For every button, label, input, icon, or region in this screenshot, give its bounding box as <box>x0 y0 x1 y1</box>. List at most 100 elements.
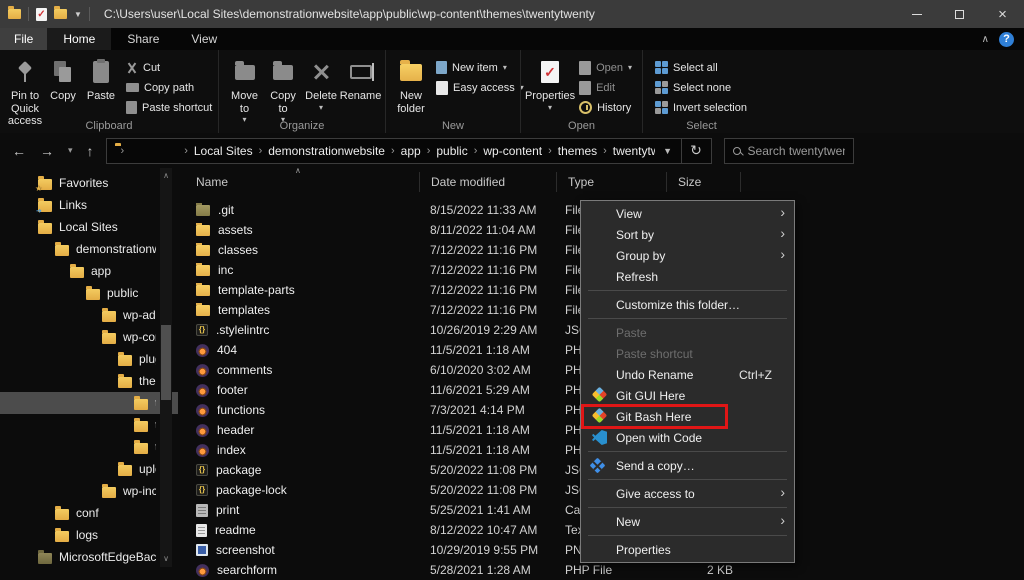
context-menu-item[interactable]: Open with Code <box>581 427 794 448</box>
tree-item[interactable]: twentytwentytwo <box>0 436 156 458</box>
file-row[interactable]: searchform 5/28/2021 1:28 AM PHP File 2 … <box>185 560 1024 580</box>
delete-button[interactable]: Delete▾ <box>302 54 340 115</box>
new-item-button[interactable]: New item▾ <box>436 59 524 76</box>
edit-button[interactable]: Edit <box>579 79 632 96</box>
context-menu-item[interactable]: Properties <box>581 539 794 560</box>
tree-item[interactable]: themes <box>0 370 156 392</box>
help-icon[interactable]: ? <box>999 32 1014 47</box>
column-header-type[interactable]: Type <box>557 172 667 192</box>
folder-icon <box>55 531 69 542</box>
search-box[interactable]: Search twentytwen... <box>724 138 854 164</box>
breadcrumb-separator-icon: › <box>119 145 127 157</box>
tree-item[interactable]: twentytwentyone <box>0 414 156 436</box>
open-button[interactable]: Open▾ <box>579 59 632 76</box>
paste-button[interactable]: Paste <box>82 54 120 106</box>
file-name: index <box>217 443 246 457</box>
column-header-date-modified[interactable]: Date modified <box>420 172 557 192</box>
paste-shortcut-button[interactable]: Paste shortcut <box>126 99 212 116</box>
breadcrumb-separator-icon: › <box>389 145 397 157</box>
back-button[interactable]: ← <box>12 143 26 159</box>
tab-file[interactable]: File <box>0 28 47 50</box>
tree-item[interactable]: twentytwenty <box>0 392 178 414</box>
properties-quick-icon[interactable]: ✓ <box>36 8 47 21</box>
sidebar-scrollbar[interactable]: ∧ ∨ <box>160 168 172 567</box>
copy-button[interactable]: Copy <box>44 54 82 106</box>
qat-dropdown-icon[interactable]: ▼ <box>74 10 82 19</box>
dropdown-caret-icon: ▾ <box>503 63 507 72</box>
properties-label: Properties <box>525 90 575 103</box>
context-menu-item[interactable]: Refresh <box>581 266 794 287</box>
breadcrumb-separator-icon: › <box>182 145 190 157</box>
history-button[interactable]: History <box>579 99 632 116</box>
file-icon <box>196 205 210 216</box>
invert-selection-button[interactable]: Invert selection <box>655 99 747 116</box>
context-menu-item[interactable]: Paste <box>581 322 794 343</box>
tree-item[interactable]: app <box>0 260 156 282</box>
maximize-button[interactable] <box>938 0 981 28</box>
rename-button[interactable]: Rename <box>340 54 381 106</box>
move-to-button[interactable]: Move to▾ <box>225 54 264 127</box>
breadcrumb-item[interactable]: twentytwenty <box>609 144 655 158</box>
context-menu-item[interactable]: New › <box>581 511 794 532</box>
context-menu-item[interactable]: Git GUI Here <box>581 385 794 406</box>
minimize-button[interactable] <box>895 0 938 28</box>
properties-button[interactable]: ✓ Properties▾ <box>527 54 573 115</box>
tree-item[interactable]: wp-content <box>0 326 156 348</box>
new-folder-button[interactable]: New folder <box>392 54 430 118</box>
context-menu-item[interactable]: Paste shortcut <box>581 343 794 364</box>
context-menu-item[interactable]: Undo Rename Ctrl+Z <box>581 364 794 385</box>
tab-view[interactable]: View <box>175 28 233 50</box>
breadcrumb-item[interactable]: Local Sites <box>190 144 257 158</box>
scroll-down-icon[interactable]: ∨ <box>160 553 172 565</box>
recent-locations-icon[interactable]: ▾ <box>68 145 73 156</box>
cut-button[interactable]: Cut <box>126 59 212 76</box>
close-button[interactable]: × <box>981 0 1024 28</box>
context-menu-item[interactable]: Give access to › <box>581 483 794 504</box>
up-button[interactable]: ↑ <box>87 143 94 159</box>
tree-item[interactable]: conf <box>0 502 156 524</box>
select-none-button[interactable]: Select none <box>655 79 747 96</box>
tree-item[interactable]: Links <box>0 194 156 216</box>
tree-item[interactable]: demonstrationwebsite <box>0 238 156 260</box>
column-headers: ∧ Name Date modified Type Size <box>185 168 1024 196</box>
tree-item[interactable]: MicrosoftEdgeBackups <box>0 546 156 567</box>
tree-item[interactable]: Favorites <box>0 172 156 194</box>
copy-to-button[interactable]: Copy to▾ <box>264 54 302 127</box>
context-menu-item[interactable]: Group by › <box>581 245 794 266</box>
tree-item[interactable]: wp-includes <box>0 480 156 502</box>
tree-item[interactable]: uploads <box>0 458 156 480</box>
column-header-size[interactable]: Size <box>667 172 741 192</box>
scroll-up-icon[interactable]: ∧ <box>160 170 172 182</box>
tree-item-label: conf <box>76 506 99 520</box>
new-folder-quick-icon[interactable] <box>54 9 67 19</box>
tree-item[interactable]: plugins <box>0 348 156 370</box>
forward-button[interactable]: → <box>40 143 54 159</box>
copy-path-button[interactable]: Copy path <box>126 79 212 96</box>
tab-share[interactable]: Share <box>111 28 175 50</box>
breadcrumb-item[interactable]: demonstrationwebsite <box>264 144 389 158</box>
tree-item[interactable]: wp-admin <box>0 304 156 326</box>
tree-item[interactable]: Local Sites <box>0 216 156 238</box>
context-menu-item[interactable]: View › <box>581 203 794 224</box>
tree-item-label: twentytwenty <box>155 396 156 410</box>
scrollbar-thumb[interactable] <box>161 325 171 400</box>
easy-access-button[interactable]: Easy access▾ <box>436 79 524 96</box>
context-menu-item[interactable]: Send a copy… <box>581 455 794 476</box>
select-all-button[interactable]: Select all <box>655 59 747 76</box>
breadcrumb-item[interactable]: themes <box>554 144 601 158</box>
context-menu-item[interactable]: Git Bash Here <box>581 406 794 427</box>
tree-item[interactable]: public <box>0 282 156 304</box>
tab-home[interactable]: Home <box>47 28 111 50</box>
column-header-name[interactable]: Name <box>185 172 420 192</box>
breadcrumb-item[interactable]: wp-content <box>479 144 546 158</box>
breadcrumb-item[interactable]: app <box>397 144 425 158</box>
address-dropdown-icon[interactable]: ▼ <box>655 146 681 156</box>
context-menu-item[interactable]: Customize this folder… <box>581 294 794 315</box>
collapse-ribbon-icon[interactable]: ∧ <box>982 34 989 45</box>
breadcrumb-item[interactable]: public <box>432 144 471 158</box>
context-menu-item[interactable]: Sort by › <box>581 224 794 245</box>
pin-icon <box>19 61 31 83</box>
refresh-button[interactable]: ↻ <box>682 138 712 164</box>
tree-item[interactable]: logs <box>0 524 156 546</box>
address-bar[interactable]: › › Local Sites › demonstrationwebsite ›… <box>106 138 682 164</box>
